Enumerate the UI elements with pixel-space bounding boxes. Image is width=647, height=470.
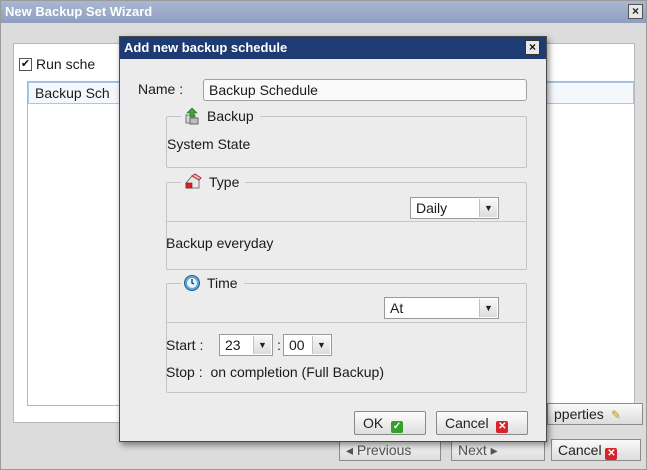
type-icon — [185, 173, 202, 189]
cancel-label: Cancel — [445, 415, 489, 431]
name-label: Name : — [138, 81, 184, 97]
time-separator: : — [277, 337, 281, 353]
backup-legend: Backup — [181, 107, 260, 125]
stop-label: Stop : — [166, 364, 203, 380]
schedule-item-label: Backup Sch — [35, 85, 110, 101]
previous-label: ◂ Previous — [346, 442, 412, 458]
properties-button[interactable]: pperties ✎ — [547, 403, 643, 425]
clock-icon — [184, 275, 200, 291]
next-label: Next ▸ — [458, 442, 498, 458]
cancel-icon: ✕ — [605, 448, 618, 460]
run-schedule-row: ✔ Run sche — [19, 56, 95, 72]
type-legend-label: Type — [209, 174, 240, 190]
chevron-down-icon[interactable]: ▼ — [479, 299, 497, 317]
backup-icon — [185, 107, 199, 125]
name-input[interactable] — [203, 79, 527, 101]
start-time-row: Start : — [166, 337, 203, 353]
stop-value: on completion (Full Backup) — [210, 364, 385, 380]
start-hour-select[interactable]: 23 ▼ — [219, 334, 273, 356]
run-schedule-label: Run sche — [36, 56, 96, 72]
wizard-cancel-button[interactable]: Cancel ✕ — [551, 439, 641, 461]
wizard-title: New Backup Set Wizard — [5, 4, 153, 19]
time-legend: Time — [181, 274, 244, 292]
ok-label: OK — [363, 415, 384, 431]
next-button[interactable]: Next ▸ — [451, 439, 545, 461]
dialog-title: Add new backup schedule — [124, 40, 288, 55]
time-mode-select[interactable]: At ▼ — [384, 297, 499, 319]
start-hour-value: 23 — [225, 337, 241, 353]
properties-label: pperties — [554, 406, 604, 422]
time-legend-label: Time — [207, 275, 238, 291]
start-label: Start : — [166, 337, 204, 353]
chevron-down-icon[interactable]: ▼ — [479, 199, 497, 217]
time-mode-value: At — [390, 300, 404, 316]
type-legend: Type — [181, 173, 246, 191]
wizard-titlebar: New Backup Set Wizard — [1, 1, 646, 23]
type-select-value: Daily — [416, 200, 448, 216]
run-schedule-checkbox[interactable]: ✔ — [19, 57, 32, 71]
start-minute-value: 00 — [289, 337, 305, 353]
chevron-down-icon[interactable]: ▼ — [253, 336, 271, 354]
start-minute-select[interactable]: 00 ▼ — [283, 334, 332, 356]
wizard-cancel-label: Cancel — [558, 442, 602, 458]
dialog-titlebar: Add new backup schedule — [120, 37, 546, 59]
backup-source-value: System State — [167, 136, 251, 152]
wizard-close-button[interactable]: × — [628, 4, 643, 19]
chevron-down-icon[interactable]: ▼ — [312, 336, 330, 354]
edit-icon: ✎ — [607, 408, 622, 422]
cancel-button[interactable]: Cancel ✕ — [436, 411, 528, 435]
backup-legend-label: Backup — [207, 108, 254, 124]
dialog-close-button[interactable]: × — [525, 40, 540, 55]
type-select[interactable]: Daily ▼ — [410, 197, 499, 219]
backup-group: Backup System State — [166, 107, 527, 168]
previous-button[interactable]: ◂ Previous — [339, 439, 441, 461]
time-divider — [166, 322, 527, 323]
type-divider — [166, 221, 527, 222]
ok-button[interactable]: OK ✓ — [354, 411, 426, 435]
cancel-icon: ✕ — [496, 421, 509, 433]
check-icon: ✓ — [391, 421, 404, 433]
type-description: Backup everyday — [166, 235, 274, 251]
type-group: Type Daily ▼ — [166, 173, 527, 270]
add-schedule-dialog: Add new backup schedule × Name : Backup … — [119, 36, 547, 442]
stop-time-row: Stop : on completion (Full Backup) — [166, 364, 384, 380]
